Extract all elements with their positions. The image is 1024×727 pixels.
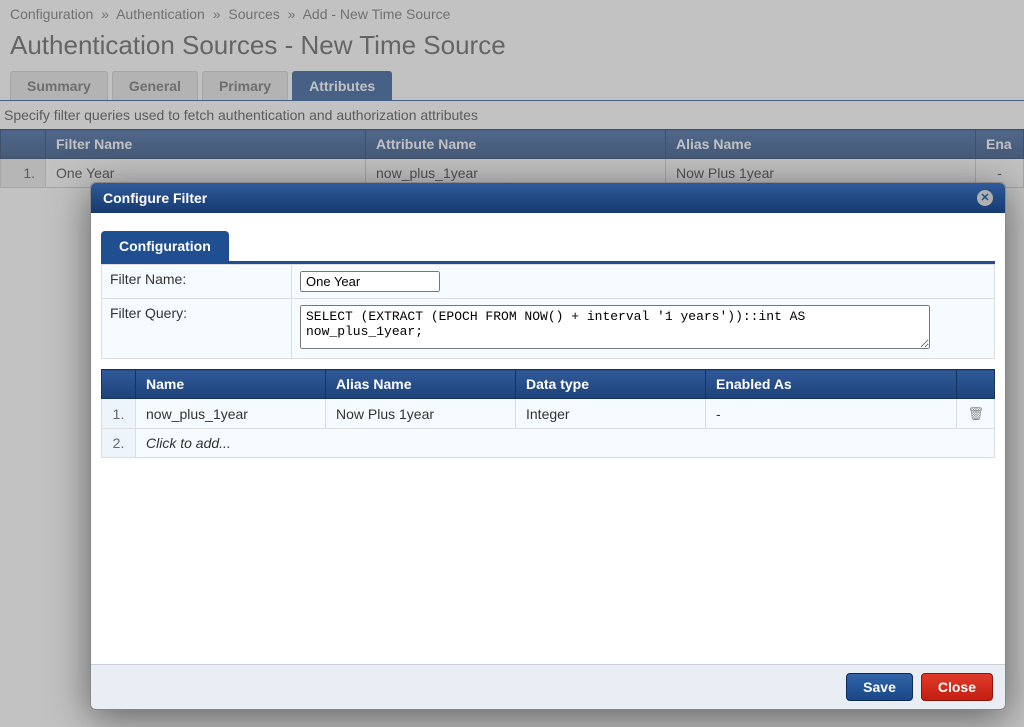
tab-description: Specify filter queries used to fetch aut… (0, 101, 1024, 129)
tab-summary[interactable]: Summary (10, 71, 108, 100)
close-icon[interactable]: ✕ (977, 190, 993, 206)
row-num: 1. (102, 399, 136, 429)
close-button[interactable]: Close (921, 673, 993, 701)
col-dtype: Data type (516, 370, 706, 399)
col-alias-name: Alias Name (666, 130, 976, 159)
dialog-body: Configuration Filter Name: Filter Query: (91, 213, 1005, 664)
tab-configuration[interactable]: Configuration (101, 231, 229, 261)
cell-alias: Now Plus 1year (326, 399, 516, 429)
crumb-sources[interactable]: Sources (228, 6, 279, 22)
filters-table: Filter Name Attribute Name Alias Name En… (0, 129, 1024, 188)
crumb-sep: » (101, 6, 109, 22)
col-filter-name: Filter Name (46, 130, 366, 159)
cell-name: now_plus_1year (136, 399, 326, 429)
breadcrumb: Configuration » Authentication » Sources… (0, 0, 1024, 24)
filter-form: Filter Name: Filter Query: (101, 264, 995, 359)
col-num (102, 370, 136, 399)
attributes-table: Name Alias Name Data type Enabled As 1. … (101, 369, 995, 458)
click-to-add-label[interactable]: Click to add... (136, 429, 995, 458)
dialog-title: Configure Filter (103, 190, 207, 206)
add-attribute-row[interactable]: 2. Click to add... (102, 429, 995, 458)
crumb-sep: » (213, 6, 221, 22)
dialog-tabbar: Configuration (101, 231, 995, 264)
col-alias: Alias Name (326, 370, 516, 399)
col-attribute-name: Attribute Name (366, 130, 666, 159)
filter-query-label: Filter Query: (102, 299, 292, 359)
crumb-current: Add - New Time Source (303, 6, 451, 22)
filter-name-input[interactable] (300, 271, 440, 292)
save-button[interactable]: Save (846, 673, 913, 701)
tab-attributes[interactable]: Attributes (292, 71, 392, 100)
dialog-header: Configure Filter ✕ (91, 183, 1005, 213)
main-tabbar: Summary General Primary Attributes (0, 71, 1024, 101)
cell-dtype: Integer (516, 399, 706, 429)
dialog-footer: Save Close (91, 664, 1005, 709)
filter-name-label: Filter Name: (102, 265, 292, 299)
col-enabled-as: Ena (976, 130, 1024, 159)
crumb-authentication[interactable]: Authentication (116, 6, 205, 22)
crumb-sep: » (288, 6, 296, 22)
trash-icon[interactable]: 🗑 (967, 406, 984, 421)
col-name: Name (136, 370, 326, 399)
filter-query-textarea[interactable] (300, 305, 930, 349)
col-num (1, 130, 46, 159)
attribute-row[interactable]: 1. now_plus_1year Now Plus 1year Integer… (102, 399, 995, 429)
col-actions (957, 370, 995, 399)
configure-filter-dialog: Configure Filter ✕ Configuration Filter … (90, 182, 1006, 710)
crumb-configuration[interactable]: Configuration (10, 6, 93, 22)
tab-general[interactable]: General (112, 71, 198, 100)
cell-enabled: - (706, 399, 957, 429)
row-num: 2. (102, 429, 136, 458)
col-enabled: Enabled As (706, 370, 957, 399)
row-num: 1. (1, 159, 46, 188)
page-title: Authentication Sources - New Time Source (0, 24, 1024, 71)
tab-primary[interactable]: Primary (202, 71, 288, 100)
